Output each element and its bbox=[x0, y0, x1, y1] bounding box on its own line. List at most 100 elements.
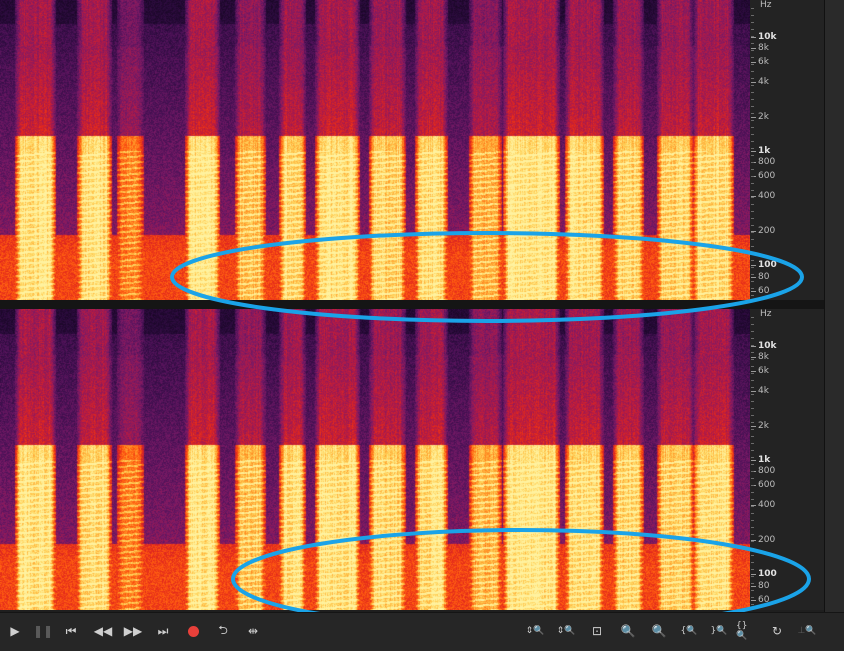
ruler-minor-tick bbox=[751, 443, 754, 444]
ruler-minor-tick bbox=[751, 50, 754, 51]
zoom-to-start-button[interactable]: {🔍 bbox=[678, 620, 700, 642]
ruler-minor-tick bbox=[751, 478, 754, 479]
zoom-reset-icon: ↻ bbox=[771, 624, 783, 638]
zoom-to-end-button[interactable]: }🔍 bbox=[708, 620, 730, 642]
ruler-tick bbox=[751, 357, 756, 358]
loop-button[interactable]: ⮌ bbox=[212, 620, 234, 642]
ruler-tick bbox=[751, 574, 756, 575]
spectrogram-top-canvas[interactable] bbox=[0, 0, 750, 300]
ruler-minor-tick bbox=[751, 429, 754, 430]
ruler-minor-tick bbox=[751, 415, 754, 416]
zoom-in-amplitude-button[interactable]: ⇕🔍 bbox=[524, 620, 546, 642]
ruler-minor-tick bbox=[751, 127, 754, 128]
zoom-out-full-button[interactable]: {}🔍 bbox=[736, 620, 758, 642]
ruler-minor-tick bbox=[751, 99, 754, 100]
ruler-minor-tick bbox=[751, 569, 754, 570]
vertical-scrollbar[interactable] bbox=[824, 0, 844, 612]
ruler-minor-tick bbox=[751, 92, 754, 93]
skip-back-icon: ⏮ bbox=[65, 623, 77, 638]
ruler-tick bbox=[751, 277, 756, 278]
ruler-minor-tick bbox=[751, 22, 754, 23]
ruler-tick bbox=[751, 48, 756, 49]
record-icon bbox=[187, 625, 199, 637]
ruler-label: 10k bbox=[758, 32, 777, 42]
pause-icon: ❚❚ bbox=[32, 624, 54, 638]
ruler-minor-tick bbox=[751, 295, 754, 296]
ruler-minor-tick bbox=[751, 527, 754, 528]
ruler-minor-tick bbox=[751, 562, 754, 563]
ruler-label: 800 bbox=[758, 466, 776, 476]
zoom-selection-button[interactable]: 🔍 bbox=[617, 620, 639, 642]
ruler-minor-tick bbox=[751, 604, 754, 605]
ruler-minor-tick bbox=[751, 281, 754, 282]
ruler-minor-tick bbox=[751, 274, 754, 275]
transport-toolbar: ▶ ❚❚ ⏮ ◀◀ ▶▶ ⏭ ⮌ ⇹ ⇕🔍 ⇕🔍 ⊡ 🔍 🔍 {🔍 }🔍 {}🔍 ↻ ⊥🔍 bbox=[0, 612, 844, 651]
ruler-minor-tick bbox=[751, 43, 754, 44]
ruler-minor-tick bbox=[751, 197, 754, 198]
ruler-tick bbox=[751, 371, 756, 372]
fast-forward-button[interactable]: ▶▶ bbox=[122, 620, 144, 642]
ruler-minor-tick bbox=[751, 436, 754, 437]
ruler-minor-tick bbox=[751, 113, 754, 114]
play-button[interactable]: ▶ bbox=[4, 620, 26, 642]
ruler-minor-tick bbox=[751, 211, 754, 212]
zoom-reset-button[interactable]: ↻ bbox=[766, 620, 788, 642]
ruler-unit-label: Hz bbox=[760, 0, 772, 10]
spectrogram-top-channel[interactable] bbox=[0, 0, 750, 300]
fast-forward-icon: ▶▶ bbox=[123, 624, 143, 638]
ruler-minor-tick bbox=[751, 120, 754, 121]
ruler-minor-tick bbox=[751, 590, 754, 591]
ruler-tick bbox=[751, 460, 756, 461]
pause-button[interactable]: ❚❚ bbox=[32, 620, 54, 642]
record-button[interactable] bbox=[182, 620, 204, 642]
ruler-minor-tick bbox=[751, 71, 754, 72]
ruler-minor-tick bbox=[751, 394, 754, 395]
go-to-start-button[interactable]: ⏮ bbox=[60, 620, 82, 642]
ruler-minor-tick bbox=[751, 57, 754, 58]
ruler-minor-tick bbox=[751, 338, 754, 339]
ruler-minor-tick bbox=[751, 513, 754, 514]
rewind-button[interactable]: ◀◀ bbox=[92, 620, 114, 642]
ruler-minor-tick bbox=[751, 499, 754, 500]
ruler-label: 400 bbox=[758, 191, 776, 201]
ruler-tick bbox=[751, 291, 756, 292]
zoom-out-amplitude-button[interactable]: ⇕🔍 bbox=[555, 620, 577, 642]
frequency-ruler-top: Hz 10k 8k 6k 4k 2k 1k 800 600 400 200 100 80 60 bbox=[750, 0, 824, 300]
zoom-out-amplitude-icon: ⇕🔍 bbox=[556, 626, 576, 636]
ruler-label: 200 bbox=[758, 535, 776, 545]
zoom-to-end-icon: }🔍 bbox=[710, 626, 728, 636]
ruler-minor-tick bbox=[751, 422, 754, 423]
spectrogram-bottom-channel[interactable] bbox=[0, 309, 750, 610]
ruler-label: 10k bbox=[758, 341, 777, 351]
ruler-tick bbox=[751, 346, 756, 347]
ruler-tick bbox=[751, 265, 756, 266]
channel-divider bbox=[0, 300, 824, 309]
ruler-minor-tick bbox=[751, 288, 754, 289]
loop-icon: ⮌ bbox=[218, 622, 228, 637]
ruler-minor-tick bbox=[751, 576, 754, 577]
ruler-minor-tick bbox=[751, 471, 754, 472]
ruler-minor-tick bbox=[751, 36, 754, 37]
go-to-end-button[interactable]: ⏭ bbox=[152, 620, 174, 642]
ruler-label: 2k bbox=[758, 112, 769, 122]
skip-selection-button[interactable]: ⇹ bbox=[242, 620, 264, 642]
ruler-minor-tick bbox=[751, 485, 754, 486]
ruler-minor-tick bbox=[751, 380, 754, 381]
spectrogram-bottom-canvas[interactable] bbox=[0, 309, 750, 610]
zoom-in-time-icon: 🔍 bbox=[651, 624, 667, 638]
zoom-amplitude-button[interactable]: ⊥🔍 bbox=[796, 620, 818, 642]
ruler-minor-tick bbox=[751, 141, 754, 142]
ruler-label: 1k bbox=[758, 146, 771, 156]
ruler-minor-tick bbox=[751, 345, 754, 346]
ruler-minor-tick bbox=[751, 359, 754, 360]
ruler-minor-tick bbox=[751, 464, 754, 465]
ruler-minor-tick bbox=[751, 324, 754, 325]
ruler-label: 8k bbox=[758, 43, 769, 53]
ruler-label: 100 bbox=[758, 260, 777, 270]
zoom-full-button[interactable]: ⊡ bbox=[586, 620, 608, 642]
ruler-label: 4k bbox=[758, 77, 769, 87]
ruler-minor-tick bbox=[751, 239, 754, 240]
zoom-in-time-button[interactable]: 🔍 bbox=[648, 620, 670, 642]
ruler-tick bbox=[751, 151, 756, 152]
ruler-label: 60 bbox=[758, 595, 770, 605]
